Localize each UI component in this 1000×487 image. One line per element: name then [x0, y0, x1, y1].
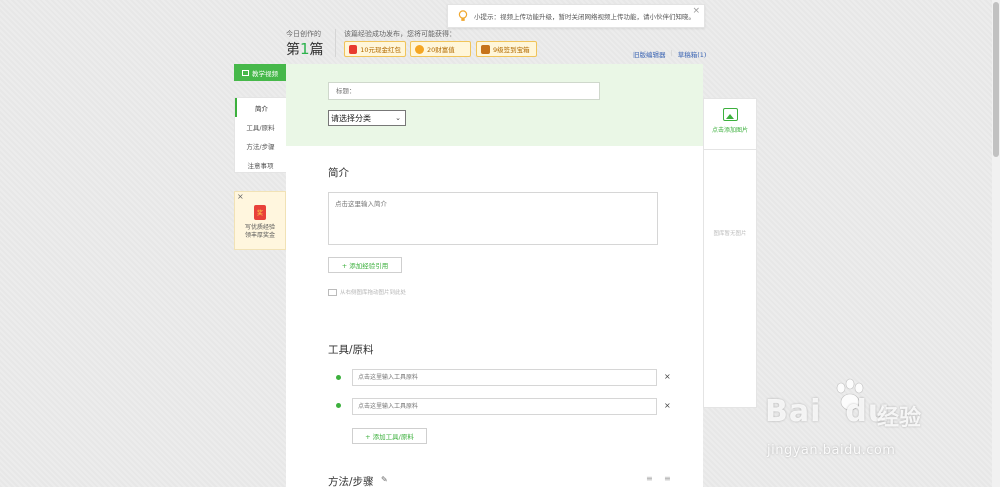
- watermark-jingyan: 经验: [877, 406, 922, 431]
- tool-input-1[interactable]: [352, 369, 657, 386]
- count-number: 1: [300, 40, 310, 58]
- title-input[interactable]: [328, 82, 600, 100]
- list-view-icon[interactable]: ≡: [664, 474, 671, 483]
- old-editor-link[interactable]: 旧版编辑器: [633, 49, 666, 59]
- remove-tool-icon[interactable]: ×: [664, 372, 671, 381]
- link-separator: |: [670, 49, 673, 57]
- add-picture-icon: [722, 108, 738, 121]
- treasure-chest-icon: [481, 44, 490, 54]
- count-suffix: 篇: [309, 42, 324, 58]
- close-icon[interactable]: ×: [692, 6, 700, 16]
- promo-line-1: 写优质经验: [244, 224, 275, 231]
- add-image-button[interactable]: 点击添加图片: [704, 108, 756, 150]
- image-library-panel: 点击添加图片 图库暂无图片: [703, 98, 757, 408]
- bullet-dot: [336, 375, 341, 380]
- reward-wealth-label: 20财富值: [427, 46, 455, 54]
- pencil-icon[interactable]: ✎: [381, 475, 388, 484]
- reward-cash-label: 10元现金红包: [360, 46, 401, 54]
- watermark-url: jingyan.baidu.com: [767, 443, 896, 458]
- remove-tool-icon[interactable]: ×: [664, 401, 671, 410]
- count-prefix: 第: [286, 42, 300, 58]
- reward-wealth-badge: 20财富值: [410, 41, 471, 57]
- reward-chest-label: 9级签到宝箱: [493, 46, 530, 54]
- chevron-down-icon: ⌄: [395, 114, 401, 122]
- editor-panel: 请选择分类 ⌄ 简介 + 添加经验引用 从右侧图库拖动图片到此处 工具/原料 ×…: [286, 64, 703, 487]
- nav-item-notes[interactable]: 注意事项: [235, 155, 286, 174]
- watermark-brand-b: du: [845, 394, 891, 429]
- category-select[interactable]: 请选择分类 ⌄: [328, 110, 406, 126]
- teach-video-button[interactable]: 教学视频: [234, 64, 286, 81]
- paw-icon: [836, 378, 864, 411]
- baidu-jingyan-watermark: Bai du 经验 jingyan.baidu.com: [765, 378, 965, 468]
- drag-hint: 从右侧图库拖动图片到此处: [328, 288, 406, 296]
- header-divider: [335, 29, 336, 57]
- tool-input-2[interactable]: [352, 398, 657, 415]
- today-label: 今日创作的: [286, 30, 321, 38]
- nav-item-steps[interactable]: 方法/步骤: [235, 136, 286, 155]
- bullet-dot: [336, 403, 341, 408]
- promo-card[interactable]: × 奖 写优质经验 领丰厚奖金: [234, 191, 286, 250]
- list-view-icon[interactable]: ≡: [646, 474, 653, 483]
- coin-icon: [415, 44, 424, 54]
- intro-textarea[interactable]: [328, 192, 658, 245]
- drafts-link[interactable]: 草稿箱(1): [678, 49, 707, 59]
- reward-chest-badge: 9级签到宝箱: [476, 41, 537, 57]
- reward-title: 该篇经验成功发布，您将可能获得：: [344, 30, 456, 38]
- drag-hint-text: 从右侧图库拖动图片到此处: [340, 290, 407, 296]
- teach-video-label: 教学视频: [252, 69, 278, 78]
- tools-heading: 工具/原料: [328, 344, 374, 356]
- top-links: 旧版编辑器 | 草稿箱(1): [633, 49, 706, 59]
- red-envelope-icon: [349, 44, 358, 54]
- article-count: 第 1 篇: [286, 39, 324, 59]
- watermark-brand-a: Bai: [765, 394, 822, 429]
- lightbulb-icon: [458, 10, 468, 21]
- section-nav: 简介 工具/原料 方法/步骤 注意事项: [234, 97, 286, 173]
- watermark-brand: Bai du: [765, 394, 890, 429]
- add-tool-button[interactable]: + 添加工具/原料: [352, 428, 427, 444]
- red-envelope-icon: 奖: [254, 205, 266, 220]
- scrollbar-thumb[interactable]: [993, 2, 999, 157]
- tip-bar: 小提示：视频上传功能升级，暂时关闭网络视频上传功能，请小伙伴们知晓。 ×: [447, 4, 705, 28]
- tip-text: 小提示：视频上传功能升级，暂时关闭网络视频上传功能，请小伙伴们知晓。: [474, 13, 695, 21]
- nav-item-tools[interactable]: 工具/原料: [235, 117, 286, 136]
- add-reference-button[interactable]: + 添加经验引用: [328, 257, 402, 273]
- nav-item-intro[interactable]: 简介: [235, 98, 286, 117]
- reward-cash-badge: 10元现金红包: [344, 41, 406, 57]
- no-image-text: 图库暂无图片: [713, 231, 747, 237]
- image-icon: [328, 288, 337, 296]
- title-area: 请选择分类 ⌄: [286, 64, 703, 146]
- category-selected: 请选择分类: [331, 113, 371, 123]
- close-icon[interactable]: ×: [237, 192, 244, 201]
- intro-heading: 简介: [328, 167, 349, 179]
- promo-line-2: 领丰厚奖金: [244, 232, 275, 239]
- steps-heading: 方法/步骤: [328, 476, 374, 487]
- video-icon: [242, 69, 249, 76]
- add-image-label: 点击添加图片: [711, 127, 748, 134]
